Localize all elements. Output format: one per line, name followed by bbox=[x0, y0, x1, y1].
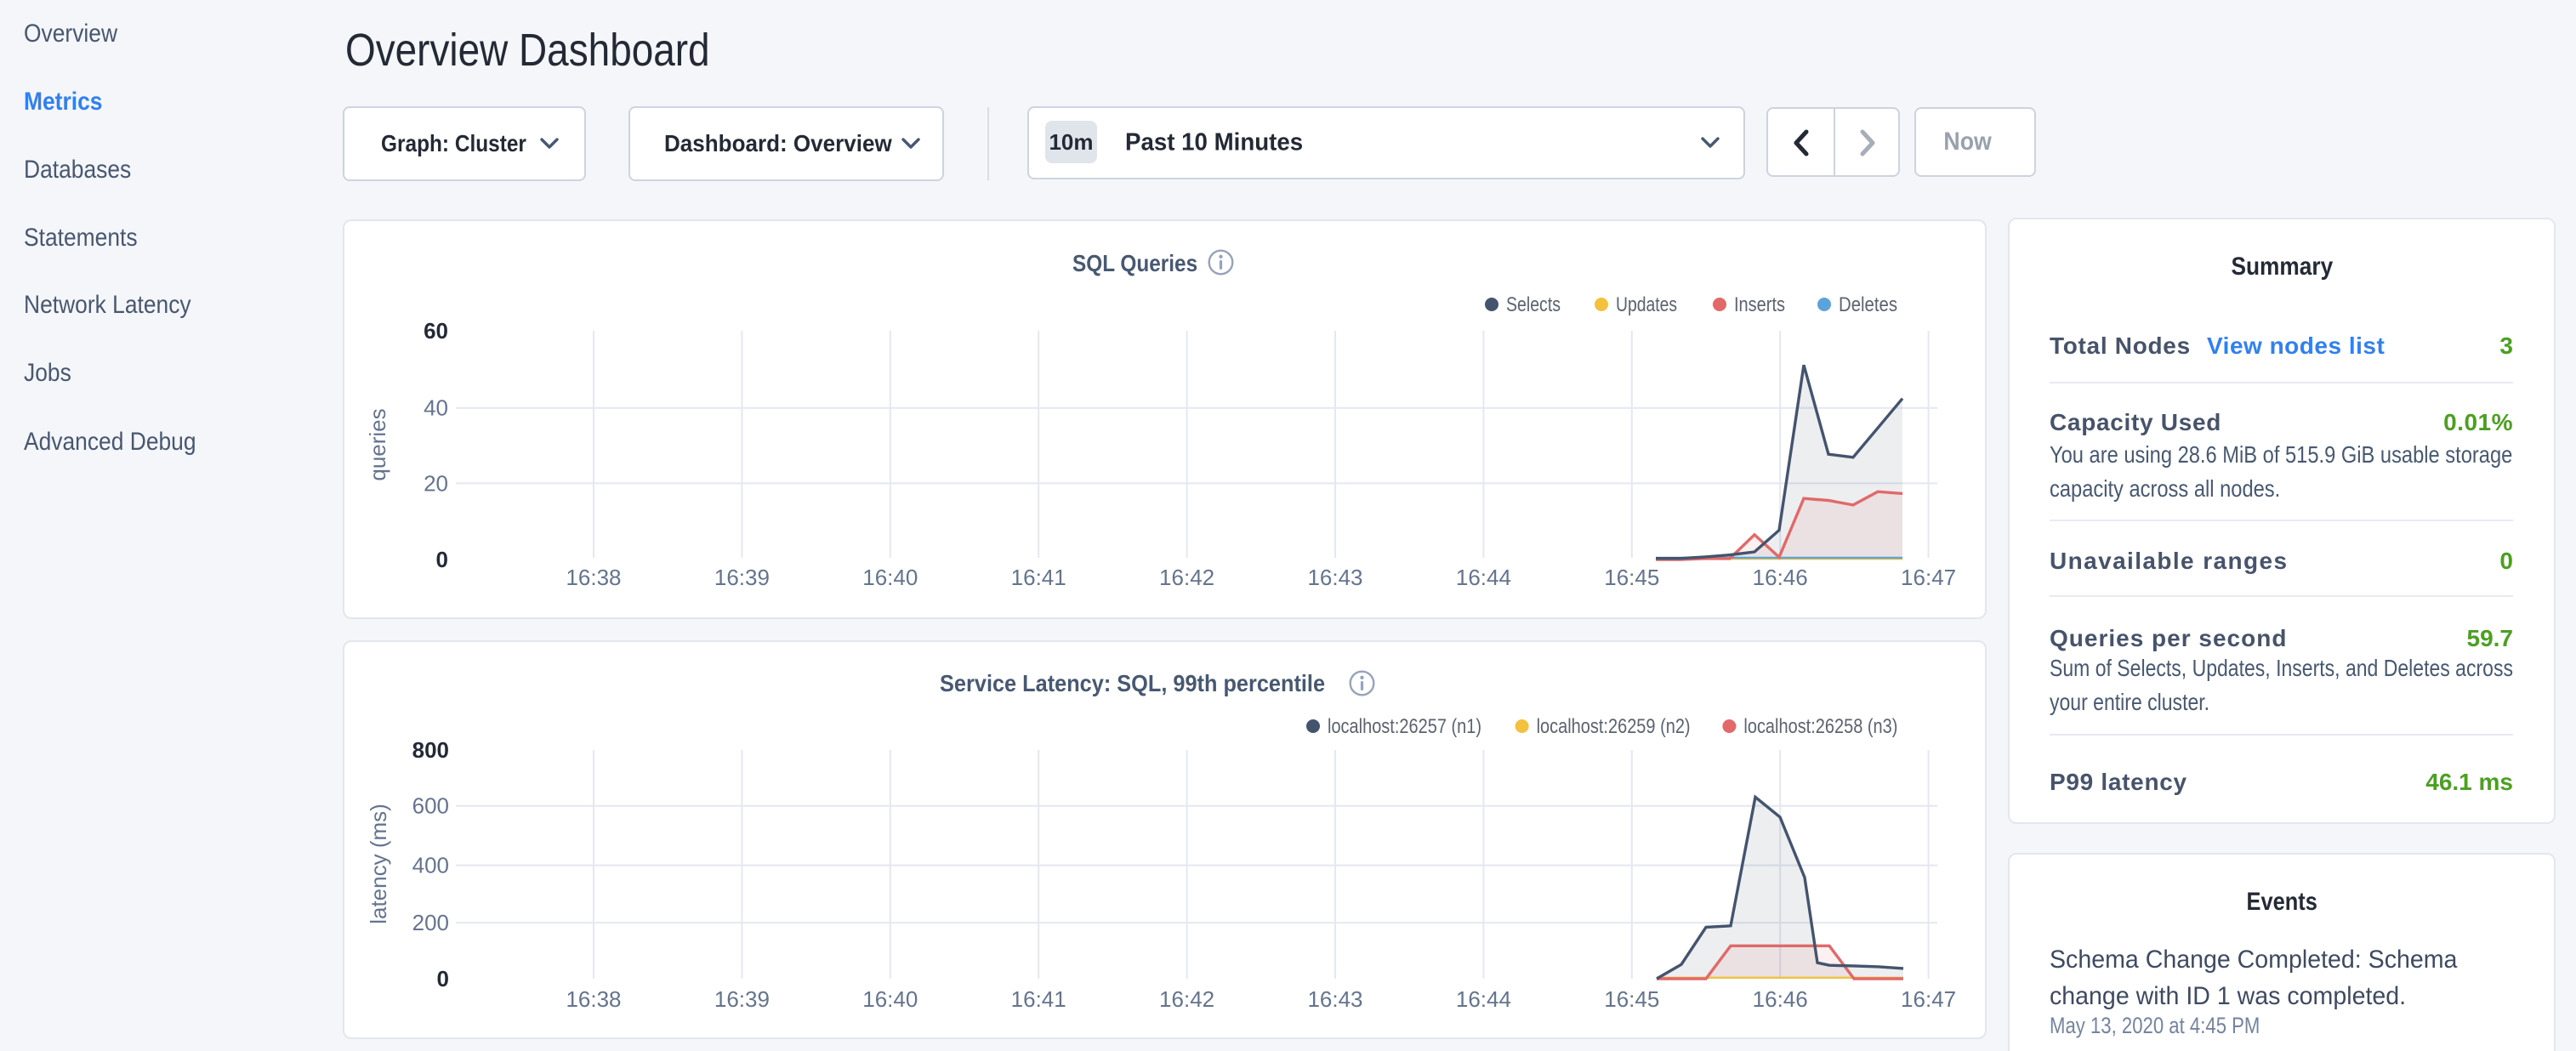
svg-text:16:38: 16:38 bbox=[566, 986, 621, 1012]
svg-text:16:47: 16:47 bbox=[1901, 565, 1956, 590]
svg-text:0: 0 bbox=[437, 966, 449, 991]
svg-text:16:39: 16:39 bbox=[714, 565, 770, 590]
svg-text:latency (ms): latency (ms) bbox=[366, 804, 391, 924]
svg-text:localhost:26259 (n2): localhost:26259 (n2) bbox=[1537, 715, 1691, 738]
svg-text:Deletes: Deletes bbox=[1839, 293, 1897, 316]
svg-text:16:43: 16:43 bbox=[1307, 986, 1362, 1012]
svg-text:16:42: 16:42 bbox=[1159, 986, 1214, 1012]
svg-text:60: 60 bbox=[424, 318, 448, 344]
svg-text:16:38: 16:38 bbox=[566, 565, 621, 590]
svg-text:16:44: 16:44 bbox=[1456, 565, 1511, 590]
svg-text:800: 800 bbox=[412, 737, 449, 763]
svg-text:16:45: 16:45 bbox=[1604, 986, 1659, 1012]
svg-text:600: 600 bbox=[412, 793, 449, 819]
svg-text:200: 200 bbox=[412, 910, 449, 935]
svg-text:queries: queries bbox=[365, 408, 390, 480]
svg-text:400: 400 bbox=[412, 853, 449, 878]
svg-text:16:42: 16:42 bbox=[1159, 565, 1214, 590]
svg-text:16:39: 16:39 bbox=[714, 986, 770, 1012]
svg-text:16:40: 16:40 bbox=[862, 565, 918, 590]
svg-text:40: 40 bbox=[424, 395, 448, 421]
svg-text:16:45: 16:45 bbox=[1604, 565, 1659, 590]
svg-text:16:40: 16:40 bbox=[862, 986, 918, 1012]
svg-text:Selects: Selects bbox=[1506, 293, 1561, 316]
svg-text:Inserts: Inserts bbox=[1734, 293, 1785, 316]
svg-text:0: 0 bbox=[436, 547, 448, 572]
svg-text:localhost:26258 (n3): localhost:26258 (n3) bbox=[1743, 715, 1897, 738]
svg-text:16:47: 16:47 bbox=[1901, 986, 1956, 1012]
svg-text:16:41: 16:41 bbox=[1011, 565, 1066, 590]
svg-text:16:44: 16:44 bbox=[1456, 986, 1511, 1012]
svg-text:16:46: 16:46 bbox=[1753, 565, 1808, 590]
svg-text:16:41: 16:41 bbox=[1011, 986, 1066, 1012]
svg-text:16:43: 16:43 bbox=[1307, 565, 1362, 590]
svg-text:16:46: 16:46 bbox=[1753, 986, 1808, 1012]
svg-text:localhost:26257 (n1): localhost:26257 (n1) bbox=[1328, 715, 1481, 738]
svg-text:20: 20 bbox=[424, 470, 448, 496]
svg-text:Updates: Updates bbox=[1616, 293, 1677, 316]
